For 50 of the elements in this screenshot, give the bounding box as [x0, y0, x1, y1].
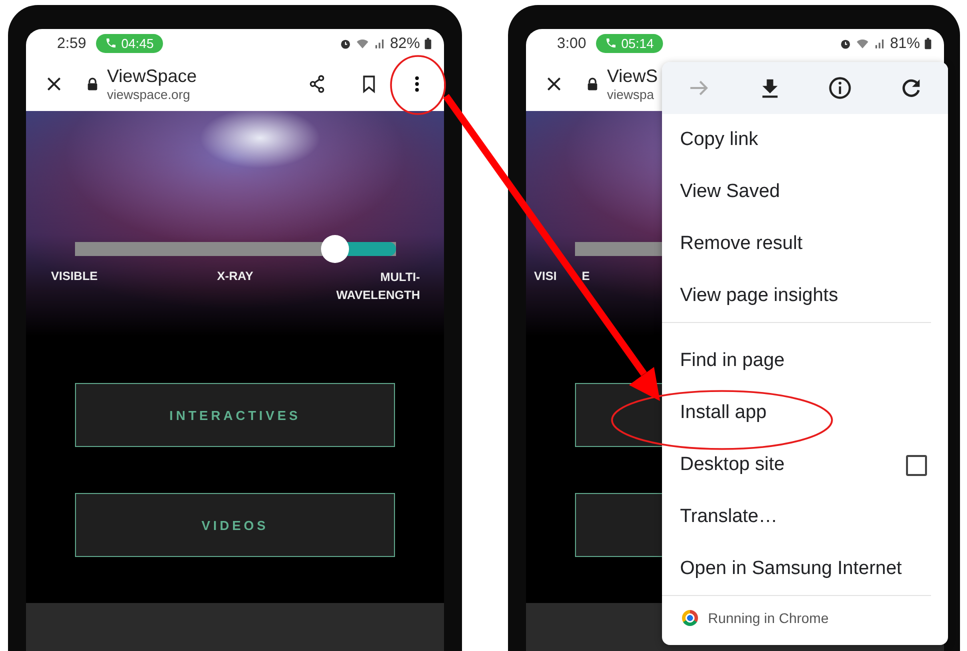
highlight-ellipse: [390, 55, 446, 115]
menu-item-label: View page insights: [680, 285, 840, 307]
menu-item-label: Desktop site: [680, 454, 786, 476]
page-url: viewspa: [607, 87, 655, 102]
battery-level: 82%: [390, 34, 420, 52]
menu-item-label: Install app: [680, 402, 768, 424]
nav-button[interactable]: INTERACTIVES: [75, 383, 395, 447]
phone-icon: [605, 37, 618, 49]
slider-label: VISIBLE: [51, 269, 98, 283]
menu-item[interactable]: Copy link: [662, 114, 931, 166]
lock-icon: [86, 77, 99, 91]
battery-level: 81%: [890, 34, 920, 52]
slider-label: VISI: [534, 269, 557, 283]
wifi-icon: [856, 36, 869, 50]
page-title: ViewSpace: [107, 66, 198, 87]
menu-item[interactable]: Open in Samsung Internet: [662, 543, 931, 595]
battery-icon: [924, 36, 932, 50]
menu-item[interactable]: Remove result: [662, 218, 931, 270]
menu-item[interactable]: Install app: [662, 387, 931, 439]
info-icon[interactable]: [827, 75, 854, 101]
signal-icon: [372, 36, 386, 50]
nav-button[interactable]: VIDEOS: [75, 493, 395, 557]
checkbox[interactable]: [906, 454, 927, 476]
menu-item-label: Remove result: [680, 233, 804, 255]
slider-label: X-RAY: [217, 269, 254, 283]
wifi-icon: [356, 36, 369, 50]
page-title: ViewS: [607, 66, 658, 87]
signal-icon: [872, 36, 886, 50]
menu-item[interactable]: Desktop site: [662, 439, 931, 491]
menu-item-label: Open in Samsung Internet: [680, 558, 903, 580]
slider-label: E: [582, 269, 590, 283]
status-time: 2:59: [57, 34, 86, 52]
lock-icon: [586, 77, 599, 91]
menu-item-label: View Saved: [680, 181, 781, 203]
battery-icon: [424, 36, 432, 50]
menu-item[interactable]: View Saved: [662, 166, 931, 218]
share-icon[interactable]: [307, 74, 327, 94]
page-url: viewspace.org: [107, 87, 192, 102]
chrome-logo-icon: [682, 610, 698, 626]
status-time: 3:00: [557, 34, 586, 52]
menu-item-label: Copy link: [680, 129, 760, 151]
slider-label: MULTI-WAVELENGTH: [335, 269, 420, 304]
menu-item[interactable]: Translate…: [662, 491, 931, 543]
phone-icon: [105, 37, 118, 49]
slider-thumb[interactable]: [321, 235, 349, 263]
menu-footer-text: Running in Chrome: [708, 610, 829, 626]
menu-item[interactable]: View page insights: [662, 270, 931, 322]
menu-item[interactable]: Find in page: [662, 335, 931, 387]
menu-item-label: Find in page: [680, 350, 786, 372]
menu-item-label: Translate…: [680, 506, 778, 528]
